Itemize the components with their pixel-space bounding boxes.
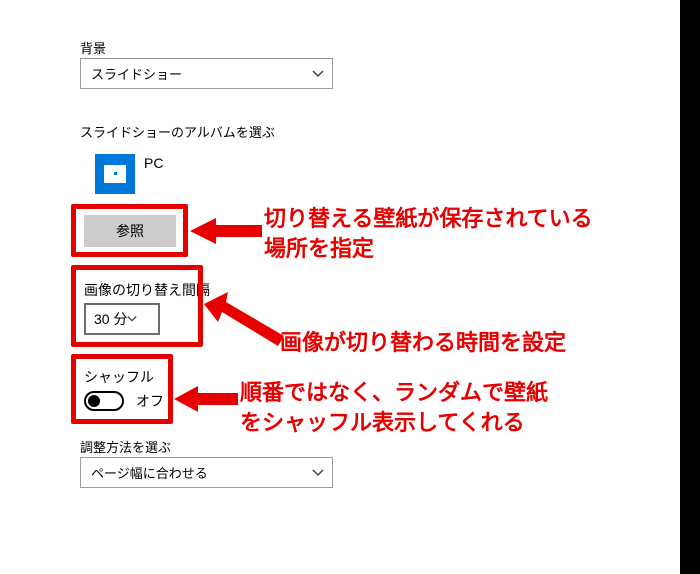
background-label: 背景 [80,38,106,57]
window-border [680,0,700,574]
background-select-value: スライドショー [91,64,182,83]
interval-label: 画像の切り替え間隔 [84,280,210,300]
interval-select-value: 30 分 [94,309,127,329]
shuffle-state-label: オフ [136,391,164,411]
chevron-down-icon [127,314,137,324]
interval-select[interactable]: 30 分 [84,303,160,335]
shuffle-label: シャッフル [84,367,154,387]
settings-panel: 背景 スライドショー スライドショーのアルバムを選ぶ PC 参照 画像の切り替え… [0,0,700,574]
toggle-knob [88,395,100,407]
annotation-interval: 画像が切り替わる時間を設定 [280,328,566,358]
fit-select[interactable]: ページ幅に合わせる [80,457,333,488]
arrow-icon [190,216,262,246]
fit-select-value: ページ幅に合わせる [91,463,208,482]
album-folder-name: PC [144,155,163,171]
browse-button[interactable]: 参照 [84,215,176,247]
browse-button-label: 参照 [116,221,144,241]
highlight-frame-shuffle [71,354,173,424]
album-folder-icon [95,154,135,194]
fit-label: 調整方法を選ぶ [80,437,171,456]
shuffle-toggle[interactable] [84,391,124,411]
background-select[interactable]: スライドショー [80,58,333,89]
arrow-icon [204,292,284,348]
chevron-down-icon [312,467,324,479]
album-label: スライドショーのアルバムを選ぶ [80,122,275,141]
annotation-browse: 切り替える壁紙が保存されている場所を指定 [264,204,593,263]
arrow-icon [174,386,238,412]
chevron-down-icon [312,68,324,80]
annotation-shuffle: 順番ではなく、ランダムで壁紙をシャッフル表示してくれる [240,378,548,437]
